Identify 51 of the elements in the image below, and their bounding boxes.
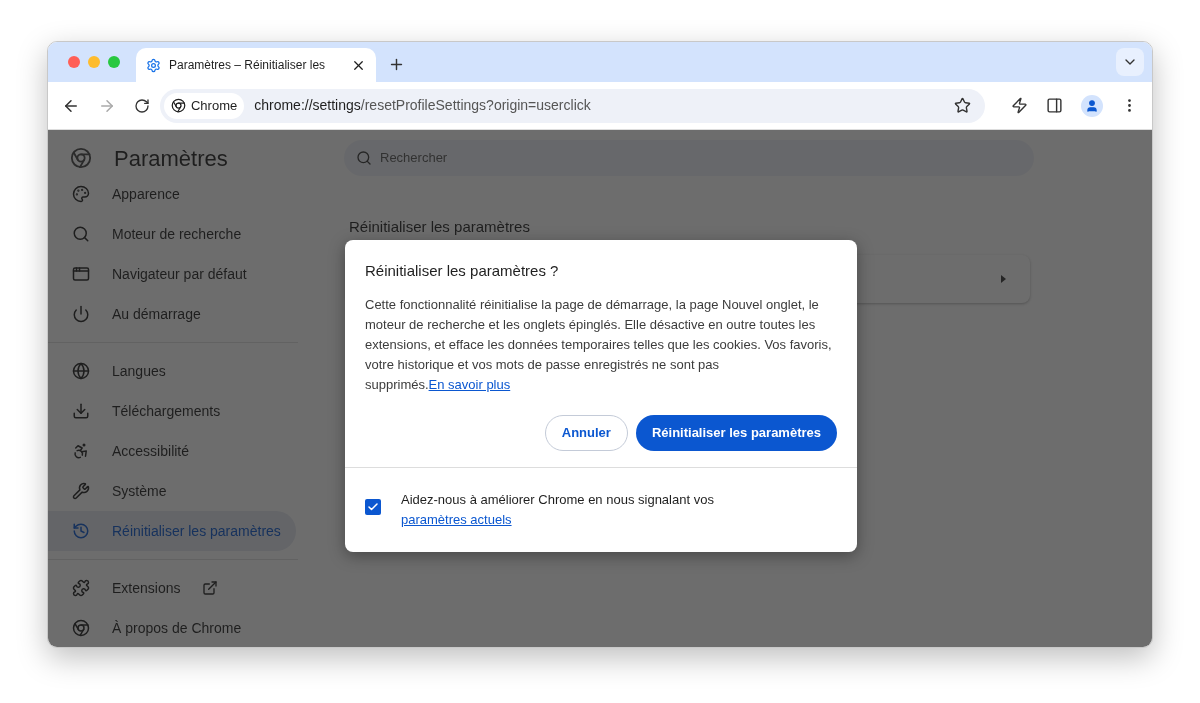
reload-icon[interactable] [133, 97, 150, 114]
wrench-icon [72, 482, 90, 500]
power-icon [72, 305, 90, 323]
reset-button[interactable]: Réinitialiser les paramètres [635, 414, 837, 451]
history-icon [72, 522, 90, 540]
site-chip[interactable]: Chrome [163, 92, 245, 119]
search-icon [72, 225, 90, 243]
sidebar-item[interactable]: Langues [48, 351, 296, 391]
address-bar[interactable]: Chrome chrome://settings/resetProfileSettings?origin=userclick [159, 88, 986, 123]
sidebar-item[interactable]: Apparence [48, 174, 296, 214]
window-icon [72, 265, 90, 283]
sidebar-item[interactable]: Moteur de recherche [48, 214, 296, 254]
browser-tab[interactable]: Paramètres – Réinitialiser les [136, 48, 376, 82]
checkmark-icon [367, 500, 379, 513]
sidebar-item[interactable]: À propos de Chrome [48, 608, 296, 647]
external-link-icon [202, 580, 219, 596]
current-settings-link[interactable]: paramètres actuels [401, 509, 512, 530]
url-text: chrome://settings/resetProfileSettings?origin=userclick [254, 96, 592, 115]
chrome-icon [170, 98, 186, 113]
sidebar-item[interactable]: Réinitialiser les paramètres [48, 511, 296, 551]
caret-icon [1001, 274, 1006, 283]
sidebar-item[interactable]: Système [48, 471, 296, 511]
chrome-logo-icon [70, 147, 92, 169]
checkbox[interactable] [365, 498, 381, 515]
tab-search-button[interactable] [1116, 48, 1144, 76]
new-tab-icon[interactable] [388, 56, 405, 73]
chrome-icon [72, 619, 90, 637]
bolt-icon[interactable] [1011, 97, 1029, 114]
dialog-description: Cette fonctionnalité réinitialise la page de démarrage, la page Nouvel onglet, le moteur de recherche et les onglets épinglés. Elle désactive en outre toutes les extensions, et efface les données temporaires telles que les cookies. Vos favoris, votre historique et vos mots de passe enregistrés ne sont pas supprimés.En savoir plus [365, 295, 833, 394]
profile-avatar[interactable] [1081, 94, 1104, 117]
tab-title: Paramètres – Réinitialiser les [169, 57, 327, 74]
globe-icon [72, 362, 90, 380]
palette-icon [72, 185, 90, 203]
checkbox-label: Aidez-nous à améliorer Chrome en nous signalant vos [401, 490, 714, 509]
side-panel-icon[interactable] [1046, 97, 1064, 114]
puzzle-icon [72, 579, 90, 597]
gear-icon [146, 57, 161, 73]
section-heading: Réinitialiser les paramètres [349, 217, 531, 237]
sidebar-item[interactable]: Extensions [48, 568, 296, 608]
settings-title: Paramètres [114, 144, 228, 173]
sidebar-item[interactable]: Téléchargements [48, 391, 296, 431]
sidebar-item[interactable]: Au démarrage [48, 294, 296, 334]
sidebar-item[interactable]: Navigateur par défaut [48, 254, 296, 294]
search-field[interactable]: Rechercher [344, 140, 1034, 176]
search-icon [356, 150, 372, 166]
dialog-title: Réinitialiser les paramètres ? [365, 261, 560, 281]
bookmark-star-icon[interactable] [954, 97, 972, 114]
download-icon [72, 402, 90, 420]
sidebar-item[interactable]: Accessibilité [48, 431, 296, 471]
learn-more-link[interactable]: En savoir plus [428, 376, 511, 392]
cancel-button[interactable]: Annuler [544, 414, 628, 451]
